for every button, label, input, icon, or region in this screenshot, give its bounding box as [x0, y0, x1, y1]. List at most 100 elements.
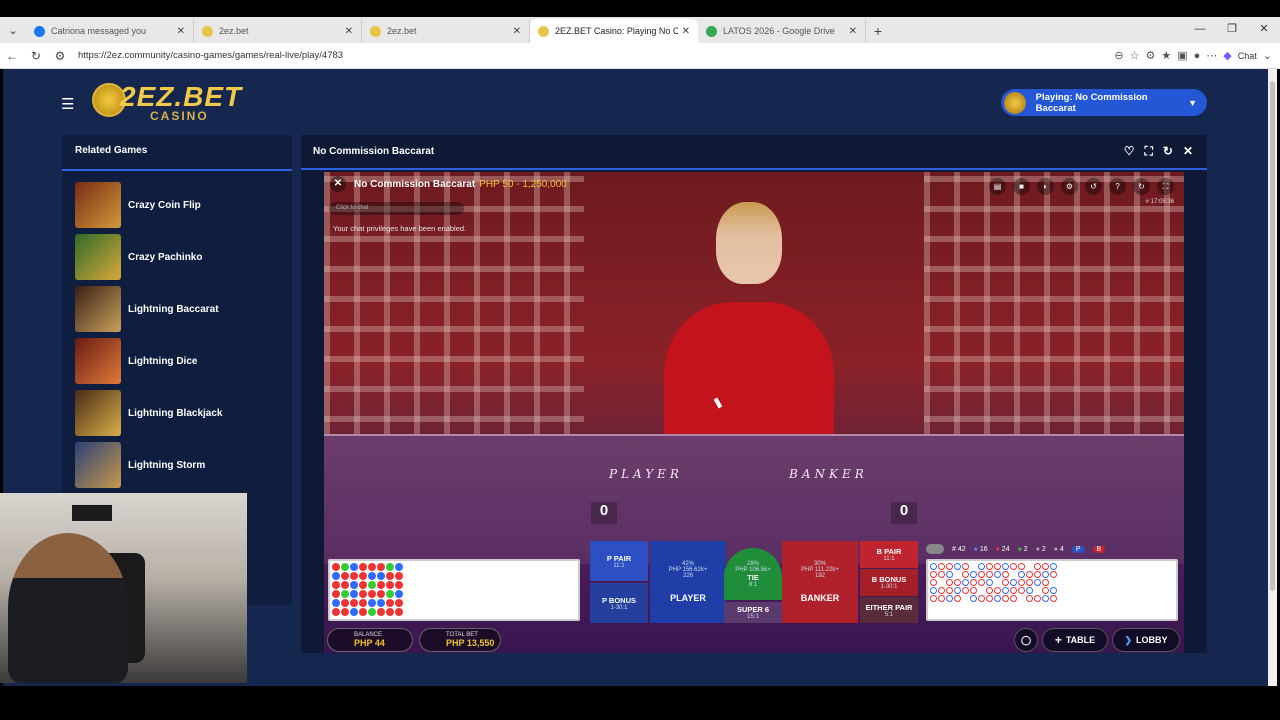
- more-icon[interactable]: ⋯: [1206, 49, 1217, 62]
- close-tab-icon[interactable]: ✕: [513, 26, 521, 37]
- bead-road[interactable]: [328, 559, 580, 621]
- tab-list-icon[interactable]: ⌄: [0, 17, 26, 43]
- window-controls: — ❐ ✕: [1184, 17, 1280, 41]
- fullscreen-icon[interactable]: ⛶: [1144, 144, 1152, 159]
- site-logo[interactable]: 2EZ.BET CASINO: [92, 81, 244, 123]
- bead-dot: [359, 599, 367, 607]
- bead-dot: [386, 572, 394, 580]
- b-pair-bet[interactable]: B PAIR 11:1: [860, 541, 918, 568]
- chat-icon[interactable]: ▤: [989, 178, 1006, 195]
- related-game-item[interactable]: Lightning Blackjack: [75, 390, 275, 436]
- related-game-item[interactable]: Lightning Dice: [75, 338, 275, 384]
- browser-tab-2[interactable]: 2ez.bet ✕: [194, 19, 362, 43]
- zoom-icon[interactable]: ⊖: [1114, 49, 1123, 62]
- related-game-item[interactable]: Crazy Coin Flip: [75, 182, 275, 228]
- address-bar: ← ↻ ⚙ https://2ez.community/casino-games…: [0, 43, 1280, 69]
- big-road[interactable]: [926, 559, 1178, 621]
- back-icon[interactable]: ←: [0, 49, 24, 63]
- fullscreen-icon[interactable]: ⛶: [1157, 178, 1174, 195]
- browser-tab-5[interactable]: LATOS 2026 - Google Drive ✕: [698, 19, 866, 43]
- browser-tab-3[interactable]: 2ez.bet ✕: [362, 19, 530, 43]
- road-dot: [1026, 579, 1033, 586]
- total-bet-display: TOTAL BET PHP 13,550: [419, 628, 501, 652]
- super-6-bet[interactable]: SUPER 6 15:1: [724, 602, 782, 623]
- live-video[interactable]: PLAYER BANKER 0 0 ✕ No Commission Baccar…: [324, 172, 1184, 653]
- banker-bet[interactable]: 30% PHP 111.22k+ 192 BANKER: [782, 541, 858, 623]
- minimize-icon[interactable]: —: [1184, 17, 1216, 41]
- menu-icon[interactable]: ☰: [61, 95, 74, 113]
- refresh-icon[interactable]: ↻: [1133, 178, 1150, 195]
- p-bonus-bet[interactable]: P BONUS 1-30:1: [590, 583, 648, 623]
- road-dot: [930, 595, 937, 602]
- road-dot: [1034, 571, 1041, 578]
- close-tab-icon[interactable]: ✕: [177, 26, 185, 37]
- url-field[interactable]: https://2ez.community/casino-games/games…: [72, 46, 1114, 66]
- related-game-item[interactable]: Lightning Storm: [75, 442, 275, 488]
- game-panel-header: No Commission Baccarat ♡ ⛶ ↻ ✕: [301, 135, 1207, 170]
- either-pair-bet[interactable]: EITHER PAIR 5:1: [860, 597, 918, 623]
- bead-dot: [332, 608, 340, 616]
- related-game-item[interactable]: Crazy Pachinko: [75, 234, 275, 280]
- page-scrollbar[interactable]: [1268, 69, 1277, 686]
- heart-icon[interactable]: ♡: [1124, 144, 1135, 159]
- bead-dot: [395, 608, 403, 616]
- road-dot: [930, 587, 937, 594]
- collections-icon[interactable]: ▣: [1177, 49, 1187, 62]
- favorite-icon[interactable]: ☆: [1130, 49, 1140, 62]
- profile-icon[interactable]: ●: [1194, 50, 1201, 62]
- sound-icon[interactable]: ◐: [1037, 178, 1054, 195]
- road-dot: [970, 587, 977, 594]
- bead-dot: [341, 581, 349, 589]
- close-tab-icon[interactable]: ✕: [345, 26, 353, 37]
- bead-dot: [332, 590, 340, 598]
- bead-dot: [332, 572, 340, 580]
- balance-display: BALANCE PHP 44: [327, 628, 413, 652]
- new-tab-button[interactable]: +: [866, 19, 890, 43]
- player-label: PLAYER: [670, 593, 706, 603]
- game-thumbnail: [75, 234, 121, 280]
- copilot-icon[interactable]: ◆: [1223, 49, 1231, 62]
- b-bonus-bet[interactable]: B BONUS 1-30:1: [860, 569, 918, 596]
- now-playing-dropdown[interactable]: Playing: No Commission Baccarat ▼: [1001, 89, 1207, 116]
- refresh-icon[interactable]: ↻: [1163, 144, 1173, 159]
- close-icon[interactable]: ✕: [330, 176, 346, 192]
- help-icon[interactable]: ?: [1109, 178, 1126, 195]
- player-bet[interactable]: 42% PHP 156.62k+ 226 PLAYER: [650, 541, 726, 623]
- close-tab-icon[interactable]: ✕: [682, 26, 690, 37]
- favorites-list-icon[interactable]: ★: [1161, 49, 1171, 62]
- chat-button[interactable]: Chat: [1238, 51, 1257, 61]
- chat-input[interactable]: Click to chat: [329, 202, 464, 215]
- close-icon[interactable]: ✕: [1183, 144, 1193, 159]
- settings-icon[interactable]: ⚙: [1061, 178, 1078, 195]
- game-name: Lightning Baccarat: [128, 303, 219, 315]
- road-dot: [946, 595, 953, 602]
- browser-tab-4[interactable]: 2EZ.BET Casino: Playing No C ✕: [530, 19, 698, 43]
- site-info-icon[interactable]: ⚙: [48, 49, 72, 63]
- p-bonus-odds: 1-30:1: [610, 604, 628, 611]
- maximize-icon[interactable]: ❐: [1216, 17, 1248, 41]
- close-tab-icon[interactable]: ✕: [849, 26, 857, 37]
- p-pair-bet[interactable]: P PAIR 11:1: [590, 541, 648, 581]
- table-button[interactable]: + TABLE: [1042, 628, 1108, 652]
- scrollbar-thumb[interactable]: [1270, 81, 1275, 591]
- road-dot: [1018, 579, 1025, 586]
- predict-banker-icon[interactable]: B: [1092, 545, 1106, 553]
- bead-dot: [359, 590, 367, 598]
- predict-player-icon[interactable]: P: [1071, 545, 1085, 553]
- bead-dot: [368, 590, 376, 598]
- close-window-icon[interactable]: ✕: [1248, 17, 1280, 41]
- plus-icon: +: [1054, 633, 1062, 647]
- history-icon[interactable]: ↺: [1085, 178, 1102, 195]
- extension-icon[interactable]: ⚙: [1145, 49, 1155, 62]
- chip-icon[interactable]: ◯: [1014, 628, 1038, 652]
- video-icon[interactable]: ■: [1013, 178, 1030, 195]
- toggle-icon[interactable]: [926, 544, 944, 554]
- road-dot: [1042, 571, 1049, 578]
- browser-tab-1[interactable]: Catriona messaged you ✕: [26, 19, 194, 43]
- related-game-item[interactable]: Lightning Baccarat: [75, 286, 275, 332]
- tie-bet[interactable]: 28% PHP 106.5k+ TIE 8:1: [724, 548, 782, 600]
- lobby-button[interactable]: ❯ LOBBY: [1112, 628, 1180, 652]
- now-playing-label: Playing: No Commission Baccarat: [1035, 91, 1148, 114]
- reload-icon[interactable]: ↻: [24, 49, 48, 63]
- sidebar-icon[interactable]: ⌄: [1263, 49, 1272, 62]
